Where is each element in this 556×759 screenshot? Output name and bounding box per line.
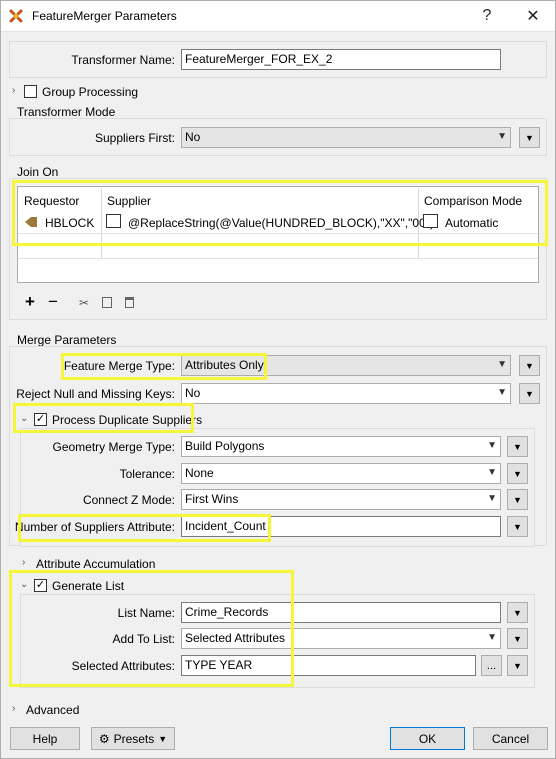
- feature-merge-type-menu-button[interactable]: ▼: [519, 355, 540, 376]
- presets-button-label: Presets: [113, 731, 155, 746]
- chevron-down-icon: ▼: [497, 131, 507, 142]
- paste-icon[interactable]: [125, 297, 134, 308]
- gear-icon: ⚙: [98, 731, 110, 746]
- reject-null-value: No: [185, 386, 201, 400]
- chevron-down-icon: ▼: [497, 387, 507, 398]
- attribute-accumulation-label[interactable]: Attribute Accumulation: [36, 557, 155, 571]
- suppliers-first-menu-button[interactable]: ▼: [519, 127, 540, 148]
- attribute-icon: [24, 216, 38, 228]
- geometry-merge-type-value: Build Polygons: [185, 439, 265, 453]
- feature-merge-type-label: Feature Merge Type:: [63, 359, 175, 373]
- process-duplicate-label: Process Duplicate Suppliers: [52, 413, 203, 427]
- chevron-right-icon[interactable]: ›: [12, 85, 15, 96]
- tolerance-select[interactable]: None ▼: [181, 463, 501, 484]
- chevron-down-icon: ▼: [487, 632, 497, 643]
- connect-z-select[interactable]: First Wins ▼: [181, 489, 501, 510]
- generate-list-checkbox[interactable]: ✓: [34, 579, 47, 592]
- chevron-right-icon[interactable]: ›: [12, 703, 15, 714]
- connect-z-menu-button[interactable]: ▼: [507, 489, 528, 510]
- transformer-name-input[interactable]: FeatureMerger_FOR_EX_2: [181, 49, 501, 70]
- process-duplicate-checkbox[interactable]: ✓: [34, 413, 47, 426]
- row-divider: [18, 258, 538, 259]
- requestor-cell[interactable]: HBLOCK: [45, 216, 94, 230]
- cancel-button-label: Cancel: [491, 731, 530, 746]
- ok-button-label: OK: [418, 731, 437, 746]
- list-name-label: List Name:: [117, 606, 175, 620]
- column-header-supplier[interactable]: Supplier: [107, 194, 151, 208]
- transformer-mode-heading: Transformer Mode: [17, 105, 116, 119]
- chevron-down-icon: ▼: [158, 733, 168, 744]
- cancel-button[interactable]: Cancel: [473, 727, 548, 750]
- suppliers-first-value: No: [185, 130, 201, 144]
- join-on-heading: Join On: [17, 165, 59, 179]
- reject-null-select[interactable]: No ▼: [181, 383, 511, 404]
- geometry-merge-type-label: Geometry Merge Type:: [52, 440, 176, 454]
- num-suppliers-input[interactable]: Incident_Count: [181, 516, 501, 537]
- chevron-down-icon[interactable]: ⌄: [20, 413, 28, 424]
- row-divider: [18, 233, 538, 234]
- chevron-down-icon: ▼: [487, 493, 497, 504]
- connect-z-label: Connect Z Mode:: [82, 493, 175, 507]
- feature-merge-type-value: Attributes Only: [185, 358, 264, 372]
- comparison-cell[interactable]: Automatic: [445, 216, 498, 230]
- selected-attributes-menu-button[interactable]: ▼: [507, 655, 528, 676]
- ok-button[interactable]: OK: [390, 727, 465, 750]
- window-title: FeatureMerger Parameters: [32, 9, 177, 23]
- feature-merge-type-select[interactable]: Attributes Only ▼: [181, 355, 511, 376]
- supplier-cell[interactable]: @ReplaceString(@Value(HUNDRED_BLOCK),"XX…: [128, 216, 434, 230]
- connect-z-value: First Wins: [185, 492, 239, 506]
- presets-button[interactable]: ⚙ Presets ▼: [91, 727, 175, 750]
- help-button-label: Help: [32, 731, 58, 746]
- selected-attributes-input[interactable]: TYPE YEAR: [181, 655, 476, 676]
- list-name-input[interactable]: Crime_Records: [181, 602, 501, 623]
- add-to-list-label: Add To List:: [112, 632, 175, 646]
- selected-attributes-label: Selected Attributes:: [71, 659, 175, 673]
- group-processing-checkbox[interactable]: [24, 85, 37, 98]
- add-to-list-select[interactable]: Selected Attributes ▼: [181, 628, 501, 649]
- num-suppliers-menu-button[interactable]: ▼: [507, 516, 528, 537]
- generate-list-label: Generate List: [52, 579, 125, 593]
- reject-null-label: Reject Null and Missing Keys:: [16, 387, 175, 401]
- add-to-list-value: Selected Attributes: [185, 631, 286, 645]
- suppliers-first-label: Suppliers First:: [94, 131, 175, 145]
- help-button[interactable]: Help: [10, 727, 80, 750]
- selected-attributes-browse-button[interactable]: ...: [481, 655, 502, 676]
- close-window-button[interactable]: ✕: [510, 0, 556, 32]
- chevron-right-icon[interactable]: ›: [22, 557, 25, 568]
- column-header-requestor[interactable]: Requestor: [24, 194, 79, 208]
- advanced-label[interactable]: Advanced: [26, 703, 79, 717]
- list-name-menu-button[interactable]: ▼: [507, 602, 528, 623]
- add-row-button[interactable]: +: [25, 292, 35, 312]
- scissors-icon[interactable]: ✂: [79, 296, 89, 310]
- geometry-merge-type-select[interactable]: Build Polygons ▼: [181, 436, 501, 457]
- column-divider: [101, 188, 102, 258]
- remove-row-button[interactable]: −: [48, 292, 58, 312]
- expression-icon: [106, 214, 121, 228]
- chevron-down-icon: ▼: [487, 467, 497, 478]
- app-icon: [8, 8, 24, 24]
- copy-icon[interactable]: [102, 297, 112, 308]
- chevron-down-icon[interactable]: ⌄: [20, 579, 28, 590]
- help-title-button[interactable]: ?: [464, 0, 510, 32]
- num-suppliers-label: Number of Suppliers Attribute:: [14, 520, 175, 534]
- tolerance-menu-button[interactable]: ▼: [507, 463, 528, 484]
- suppliers-first-select[interactable]: No ▼: [181, 127, 511, 148]
- reject-null-menu-button[interactable]: ▼: [519, 383, 540, 404]
- chevron-down-icon: ▼: [497, 359, 507, 370]
- tolerance-label: Tolerance:: [119, 467, 175, 481]
- add-to-list-menu-button[interactable]: ▼: [507, 628, 528, 649]
- expression-icon: [423, 214, 438, 228]
- tolerance-value: None: [185, 466, 214, 480]
- merge-parameters-heading: Merge Parameters: [17, 333, 117, 347]
- group-processing-label: Group Processing: [42, 85, 139, 99]
- transformer-name-label: Transformer Name:: [71, 53, 175, 67]
- chevron-down-icon: ▼: [487, 440, 497, 451]
- column-header-comparison-mode[interactable]: Comparison Mode: [424, 194, 522, 208]
- geometry-merge-type-menu-button[interactable]: ▼: [507, 436, 528, 457]
